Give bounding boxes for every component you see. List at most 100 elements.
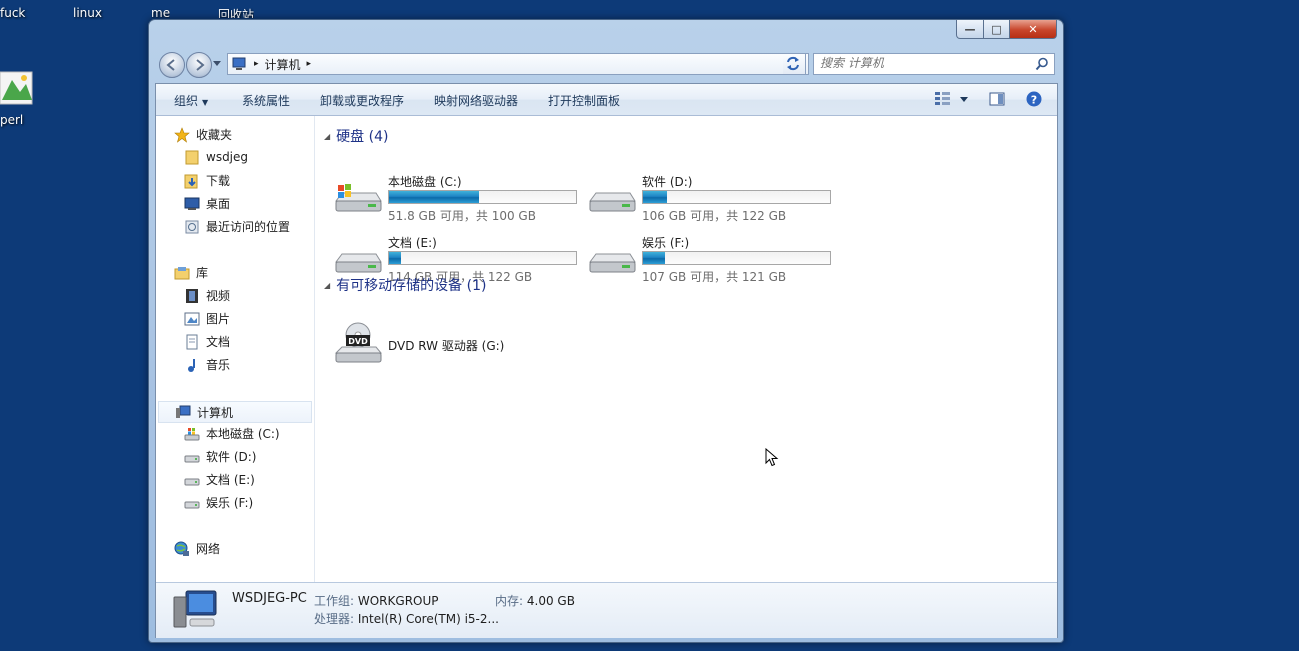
back-button[interactable]: [159, 52, 185, 78]
open-control-panel-button[interactable]: 打开控制面板: [548, 92, 620, 109]
computer-icon: [232, 57, 246, 70]
search-box[interactable]: [813, 53, 1055, 75]
nav-label: 图片: [206, 312, 231, 326]
nav-label: 文档 (E:): [206, 473, 255, 487]
music-icon: [184, 357, 200, 373]
nav-label: 收藏夹: [196, 128, 233, 142]
minimize-button[interactable]: —: [956, 20, 984, 39]
collapse-triangle-icon[interactable]: ◢: [324, 281, 330, 290]
svg-text:?: ?: [1031, 94, 1037, 107]
desktop-icon-me[interactable]: me: [151, 6, 170, 18]
network-icon: [174, 541, 190, 557]
uninstall-program-button[interactable]: 卸载或更改程序: [320, 92, 404, 109]
nav-computer[interactable]: 计算机: [158, 401, 312, 423]
breadcrumb-separator-icon[interactable]: ▸: [307, 59, 312, 69]
nav-drive-e[interactable]: 文档 (E:): [184, 471, 255, 488]
preview-pane-button[interactable]: [989, 91, 1005, 110]
nav-fav-downloads[interactable]: 下载: [184, 172, 230, 189]
system-drive-icon: [335, 184, 382, 212]
nav-fav-desktop[interactable]: 桌面: [184, 195, 230, 212]
nav-lib-videos[interactable]: 视频: [184, 287, 230, 304]
breadcrumb-computer[interactable]: 计算机: [265, 56, 301, 73]
nav-drive-c[interactable]: 本地磁盘 (C:): [184, 425, 280, 442]
drive-tile-d[interactable]: 软件 (D:) 106 GB 可用，共 122 GB: [588, 173, 838, 233]
nav-network[interactable]: 网络: [174, 540, 220, 557]
desktop-icon-label: fuck: [0, 6, 26, 20]
folder-icon: [184, 149, 200, 165]
command-bar: 组织 ▼ 系统属性 卸载或更改程序 映射网络驱动器 打开控制面板 ?: [156, 84, 1057, 116]
desktop-icon-recycle-bin[interactable]: 回收站: [218, 6, 254, 18]
desktop-icon-perl[interactable]: perl: [0, 70, 40, 130]
drive-tile-c[interactable]: 本地磁盘 (C:) 51.8 GB 可用，共 100 GB: [334, 173, 584, 233]
drive-space-info: 106 GB 可用，共 122 GB: [642, 209, 787, 223]
drive-tile-f[interactable]: 娱乐 (F:) 107 GB 可用，共 121 GB: [588, 234, 838, 294]
drive-usage-fill: [643, 252, 665, 264]
search-icon[interactable]: [1035, 57, 1049, 71]
organize-label: 组织: [174, 94, 199, 108]
nav-label: 网络: [196, 542, 221, 556]
recent-places-icon: [184, 219, 200, 235]
nav-drive-d[interactable]: 软件 (D:): [184, 448, 256, 465]
nav-label: 文档: [206, 335, 231, 349]
nav-lib-documents[interactable]: 文档: [184, 333, 230, 350]
computer-icon: [173, 590, 217, 628]
group-hard-disks[interactable]: ◢ 硬盘 (4): [324, 126, 388, 146]
desktop-icon-fuck[interactable]: fuck: [0, 6, 25, 20]
view-options-icon: [935, 92, 968, 105]
change-view-button[interactable]: [934, 91, 970, 110]
group-title: 硬盘 (4): [336, 129, 389, 145]
nav-favorites[interactable]: 收藏夹: [174, 126, 232, 143]
nav-fav-recent-places[interactable]: 最近访问的位置: [184, 218, 290, 235]
drive-name: 文档 (E:): [388, 236, 437, 250]
recent-pages-dropdown-icon[interactable]: [213, 61, 221, 67]
system-properties-button[interactable]: 系统属性: [242, 92, 290, 109]
documents-icon: [184, 334, 200, 350]
drive-name: 本地磁盘 (C:): [388, 175, 462, 189]
computer-icon: [175, 404, 191, 420]
processor-label: 处理器:: [314, 612, 355, 626]
nav-lib-pictures[interactable]: 图片: [184, 310, 230, 327]
hard-drive-icon: [589, 192, 636, 212]
refresh-button[interactable]: [783, 53, 806, 75]
drive-usage-bar: [642, 190, 831, 204]
explorer-window: — □ ✕ ▸ 计算机 ▸ 搜索 计算机 组织 ▼ 系统属性 卸载或更改程序 映…: [148, 19, 1064, 643]
maximize-button[interactable]: □: [984, 20, 1010, 39]
dvd-drive-icon: DVD: [334, 322, 382, 363]
desktop-icon-linux[interactable]: linux: [73, 6, 102, 20]
content-frame: 组织 ▼ 系统属性 卸载或更改程序 映射网络驱动器 打开控制面板 ? 收藏夹 w…: [155, 83, 1058, 638]
help-button[interactable]: ?: [1026, 91, 1042, 110]
close-button[interactable]: ✕: [1010, 20, 1057, 39]
address-bar[interactable]: ▸ 计算机 ▸: [227, 53, 809, 75]
perl-icon: [0, 71, 33, 105]
collapse-triangle-icon[interactable]: ◢: [324, 132, 330, 141]
caption-buttons: — □ ✕: [956, 20, 1057, 39]
drive-space-info: 107 GB 可用，共 121 GB: [642, 270, 787, 284]
map-network-drive-button[interactable]: 映射网络驱动器: [434, 92, 518, 109]
chevron-down-icon: ▼: [202, 98, 209, 107]
drive-usage-bar: [388, 190, 577, 204]
search-input[interactable]: [814, 54, 1020, 72]
nav-lib-music[interactable]: 音乐: [184, 356, 230, 373]
breadcrumb-separator-icon[interactable]: ▸: [254, 59, 259, 69]
memory-label: 内存:: [495, 594, 524, 608]
nav-drive-f[interactable]: 娱乐 (F:): [184, 494, 253, 511]
pictures-icon: [184, 311, 200, 327]
nav-fav-wsdjeg[interactable]: wsdjeg: [184, 149, 248, 165]
drive-tile-dvd[interactable]: DVD DVD RW 驱动器 (G:): [334, 322, 584, 371]
workgroup-value: WORKGROUP: [357, 594, 439, 608]
drive-usage-bar: [388, 251, 577, 265]
desktop-icon-label: 回收站: [218, 8, 255, 18]
group-removable-storage[interactable]: ◢ 有可移动存储的设备 (1): [324, 275, 486, 295]
breadcrumb: ▸ 计算机 ▸: [232, 56, 311, 73]
drive-name: 娱乐 (F:): [642, 236, 690, 250]
nav-label: 音乐: [206, 358, 231, 372]
nav-libraries[interactable]: 库: [174, 264, 208, 281]
processor-value: Intel(R) Core(TM) i5-2...: [357, 612, 499, 626]
forward-button[interactable]: [186, 52, 212, 78]
workgroup-label: 工作组:: [314, 594, 355, 608]
hard-drive-icon: [335, 253, 382, 273]
organize-menu[interactable]: 组织 ▼: [174, 92, 208, 109]
hard-drive-icon: [184, 449, 200, 465]
computer-name: WSDJEG-PC: [232, 591, 307, 606]
drive-name: DVD RW 驱动器 (G:): [388, 339, 505, 353]
